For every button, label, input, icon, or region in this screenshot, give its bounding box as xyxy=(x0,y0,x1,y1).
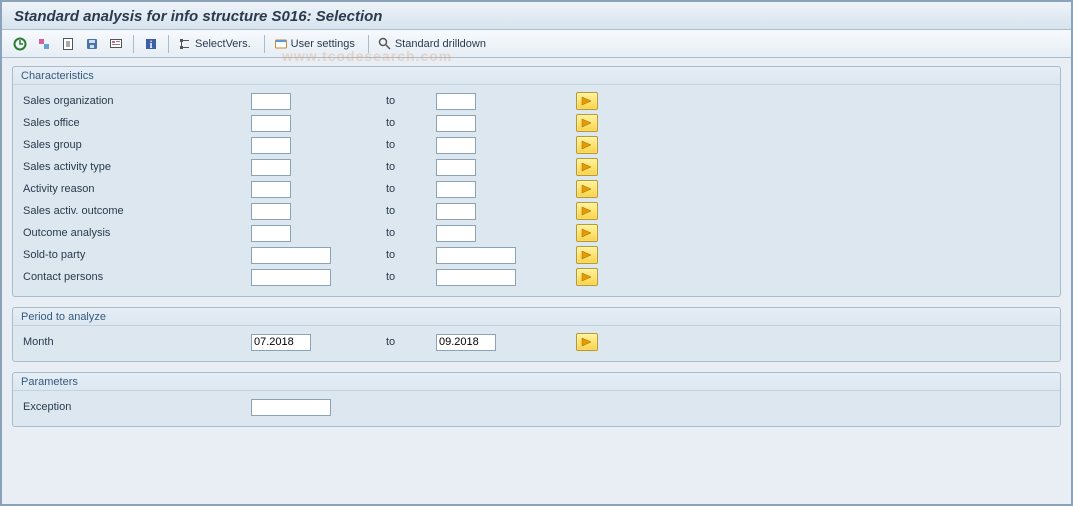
user-settings-label: User settings xyxy=(291,38,355,50)
to-input[interactable] xyxy=(436,181,476,198)
field-label: Outcome analysis xyxy=(21,227,251,239)
standard-drilldown-label: Standard drilldown xyxy=(395,38,486,50)
toolbar-separator xyxy=(133,35,134,53)
variant-icon[interactable] xyxy=(34,34,54,54)
from-input[interactable] xyxy=(251,225,291,242)
multiple-selection-button[interactable] xyxy=(576,158,598,176)
characteristics-row: Sales office to xyxy=(21,112,1052,134)
to-input[interactable] xyxy=(436,269,516,286)
parameters-group: Parameters Exception xyxy=(12,372,1061,427)
title-bar: Standard analysis for info structure S01… xyxy=(2,2,1071,30)
from-input[interactable] xyxy=(251,159,291,176)
month-label: Month xyxy=(21,336,251,348)
field-label: Contact persons xyxy=(21,271,251,283)
to-label: to xyxy=(386,205,436,217)
toolbar-separator xyxy=(168,35,169,53)
characteristics-row: Sales activity type to xyxy=(21,156,1052,178)
to-label: to xyxy=(386,117,436,129)
from-input[interactable] xyxy=(251,203,291,220)
field-label: Sales organization xyxy=(21,95,251,107)
select-version-button[interactable]: SelectVers. xyxy=(176,34,257,54)
to-label: to xyxy=(386,161,436,173)
to-label: to xyxy=(386,271,436,283)
month-multiple-selection-button[interactable] xyxy=(576,333,598,351)
toolbar-separator xyxy=(264,35,265,53)
multiple-selection-button[interactable] xyxy=(576,202,598,220)
exception-label: Exception xyxy=(21,401,251,413)
month-to-input[interactable] xyxy=(436,334,496,351)
to-label: to xyxy=(386,183,436,195)
toolbar-separator xyxy=(368,35,369,53)
from-input[interactable] xyxy=(251,115,291,132)
field-label: Sales activity type xyxy=(21,161,251,173)
content-area: Characteristics Sales organizationtoSale… xyxy=(2,58,1071,445)
from-input[interactable] xyxy=(251,181,291,198)
multiple-selection-button[interactable] xyxy=(576,180,598,198)
user-settings-button[interactable]: User settings xyxy=(272,34,361,54)
field-label: Sales group xyxy=(21,139,251,151)
standard-drilldown-button[interactable]: Standard drilldown xyxy=(376,34,492,54)
execute-icon[interactable] xyxy=(10,34,30,54)
characteristics-row: Contact persons to xyxy=(21,266,1052,288)
characteristics-title: Characteristics xyxy=(13,67,1060,85)
multiple-selection-button[interactable] xyxy=(576,246,598,264)
from-input[interactable] xyxy=(251,93,291,110)
get-variant-icon[interactable] xyxy=(58,34,78,54)
month-from-input[interactable] xyxy=(251,334,311,351)
field-label: Activity reason xyxy=(21,183,251,195)
from-input[interactable] xyxy=(251,269,331,286)
characteristics-row: Sold-to party to xyxy=(21,244,1052,266)
svg-text:i: i xyxy=(150,40,153,51)
from-input[interactable] xyxy=(251,137,291,154)
to-input[interactable] xyxy=(436,93,476,110)
characteristics-group: Characteristics Sales organizationtoSale… xyxy=(12,66,1061,297)
characteristics-row: Sales activ. outcome to xyxy=(21,200,1052,222)
characteristics-row: Outcome analysis to xyxy=(21,222,1052,244)
page-title: Standard analysis for info structure S01… xyxy=(14,8,382,25)
from-input[interactable] xyxy=(251,247,331,264)
to-input[interactable] xyxy=(436,203,476,220)
to-label: to xyxy=(386,139,436,151)
select-version-label: SelectVers. xyxy=(195,38,251,50)
multiple-selection-button[interactable] xyxy=(576,114,598,132)
multiple-selection-button[interactable] xyxy=(576,224,598,242)
to-input[interactable] xyxy=(436,247,516,264)
save-icon[interactable] xyxy=(82,34,102,54)
to-input[interactable] xyxy=(436,159,476,176)
field-label: Sold-to party xyxy=(21,249,251,261)
info-icon[interactable]: i xyxy=(141,34,161,54)
display-icon[interactable] xyxy=(106,34,126,54)
characteristics-row: Sales group to xyxy=(21,134,1052,156)
to-label: to xyxy=(386,249,436,261)
to-label: to xyxy=(386,336,436,348)
characteristics-row: Sales organization to xyxy=(21,90,1052,112)
to-input[interactable] xyxy=(436,225,476,242)
field-label: Sales activ. outcome xyxy=(21,205,251,217)
toolbar: i SelectVers. User settings Standard dri… xyxy=(2,30,1071,58)
to-label: to xyxy=(386,95,436,107)
multiple-selection-button[interactable] xyxy=(576,136,598,154)
multiple-selection-button[interactable] xyxy=(576,92,598,110)
to-label: to xyxy=(386,227,436,239)
characteristics-row: Activity reason to xyxy=(21,178,1052,200)
multiple-selection-button[interactable] xyxy=(576,268,598,286)
period-group: Period to analyze Month to xyxy=(12,307,1061,362)
sap-window: Standard analysis for info structure S01… xyxy=(0,0,1073,506)
to-input[interactable] xyxy=(436,137,476,154)
to-input[interactable] xyxy=(436,115,476,132)
parameters-title: Parameters xyxy=(13,373,1060,391)
field-label: Sales office xyxy=(21,117,251,129)
exception-input[interactable] xyxy=(251,399,331,416)
period-title: Period to analyze xyxy=(13,308,1060,326)
